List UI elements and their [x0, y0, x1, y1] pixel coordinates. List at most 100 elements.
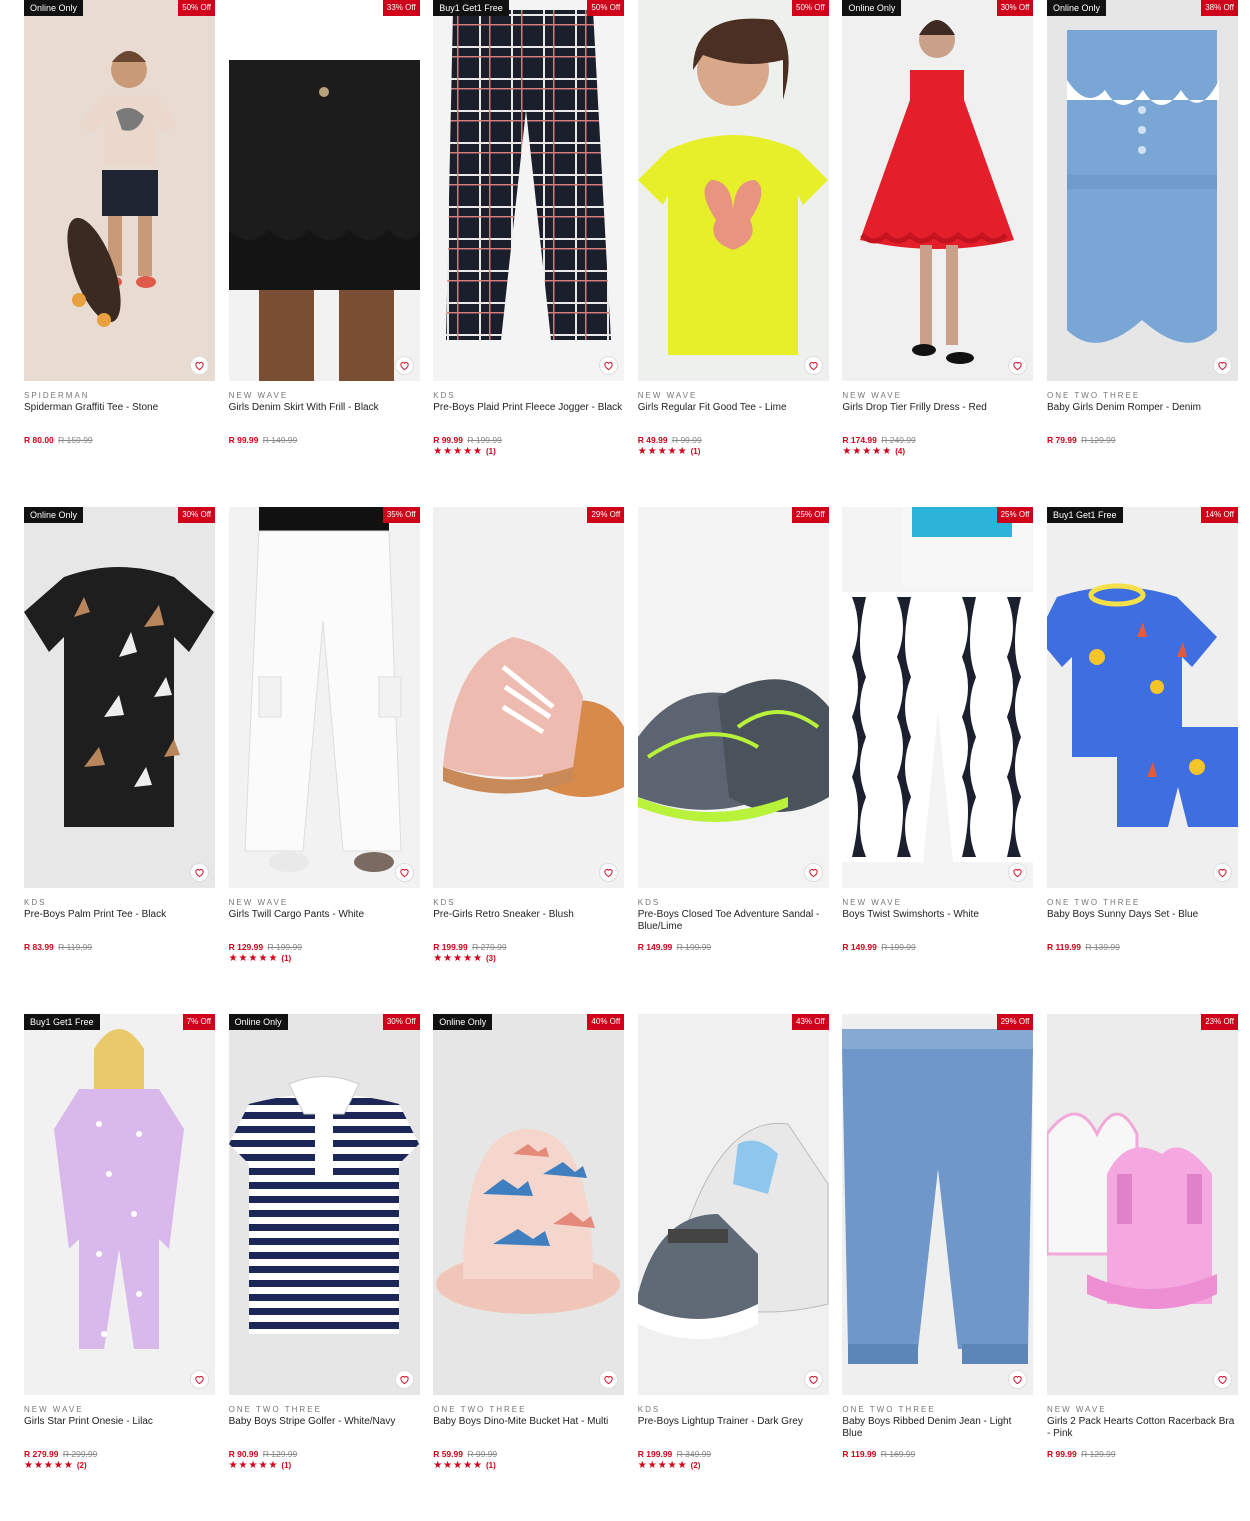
product-card[interactable]: Online Only 38% Off ONE TWO THREE Baby Gi…: [1046, 0, 1238, 507]
current-price: R 174.99: [842, 435, 877, 445]
product-card[interactable]: Online Only 30% Off ONE TWO THREE Baby Bo…: [228, 1014, 420, 1521]
promo-badge: Online Only: [24, 0, 84, 16]
product-image[interactable]: Online Only 30% Off: [228, 1014, 420, 1395]
product-image[interactable]: 35% Off: [228, 507, 420, 888]
product-card[interactable]: 29% Off ONE TWO THREE Baby Boys Ribbed D…: [842, 1014, 1034, 1521]
product-image[interactable]: 29% Off: [842, 1014, 1034, 1395]
product-card[interactable]: Online Only 30% Off NEW WAVE Girls Drop T…: [842, 0, 1034, 507]
product-image[interactable]: 25% Off: [637, 507, 829, 888]
review-count[interactable]: (1): [486, 1461, 496, 1471]
product-info: KDS Pre-Girls Retro Sneaker - Blush R 19…: [433, 888, 624, 964]
wishlist-heart-icon[interactable]: [190, 1370, 209, 1389]
wishlist-heart-icon[interactable]: [1212, 1370, 1232, 1389]
product-card[interactable]: Buy1 Get1 Free 7% Off NEW WAVE Girls Star…: [24, 1014, 215, 1521]
product-name[interactable]: Spiderman Graffiti Tee - Stone: [24, 402, 215, 432]
product-info: ONE TWO THREE Baby Boys Sunny Days Set -…: [1047, 888, 1238, 953]
discount-badge: 40% Off: [587, 1014, 625, 1030]
review-count[interactable]: (2): [691, 1461, 701, 1471]
product-name[interactable]: Girls Denim Skirt With Frill - Black: [229, 402, 420, 432]
product-image[interactable]: Buy1 Get1 Free 7% Off: [24, 1014, 215, 1395]
product-card[interactable]: Buy1 Get1 Free 14% Off ONE TWO THREE Baby…: [1046, 507, 1238, 1014]
product-card[interactable]: 25% Off KDS Pre-Boys Closed Toe Adventur…: [637, 507, 829, 1014]
product-card[interactable]: 25% Off NEW WAVE Boys Twist Swimshorts -…: [842, 507, 1034, 1014]
product-info: NEW WAVE Girls 2 Pack Hearts Cotton Race…: [1047, 1395, 1238, 1460]
product-card[interactable]: 29% Off KDS Pre-Girls Retro Sneaker - Bl…: [433, 507, 625, 1014]
product-name[interactable]: Baby Boys Dino-Mite Bucket Hat - Multi: [433, 1416, 624, 1446]
product-prices: R 199.99 R 279.99: [433, 942, 624, 953]
product-image[interactable]: 33% Off: [228, 0, 420, 381]
product-image[interactable]: Online Only 30% Off: [24, 507, 215, 888]
product-name[interactable]: Pre-Boys Plaid Print Fleece Jogger - Bla…: [433, 402, 624, 432]
product-card[interactable]: Buy1 Get1 Free 50% Off KDS Pre-Boys Plaid…: [433, 0, 625, 507]
product-image[interactable]: 43% Off: [637, 1014, 829, 1395]
discount-badge: 33% Off: [382, 0, 420, 16]
product-info: NEW WAVE Girls Drop Tier Frilly Dress - …: [842, 381, 1033, 457]
product-info: ONE TWO THREE Baby Boys Dino-Mite Bucket…: [433, 1395, 624, 1471]
wishlist-heart-icon[interactable]: [803, 356, 823, 375]
product-name[interactable]: Baby Girls Denim Romper - Denim: [1047, 402, 1238, 432]
review-count[interactable]: (3): [486, 954, 496, 964]
review-count[interactable]: (1): [486, 447, 496, 457]
product-name[interactable]: Girls Twill Cargo Pants - White: [229, 909, 420, 939]
product-image[interactable]: Online Only 30% Off: [842, 0, 1034, 381]
product-image[interactable]: 25% Off: [842, 507, 1034, 888]
current-price: R 99.99: [228, 435, 259, 445]
product-image[interactable]: Online Only 50% Off: [24, 0, 215, 381]
product-card[interactable]: Online Only 30% Off KDS Pre-Boys Palm Pri…: [24, 507, 215, 1014]
current-price: R 129.99: [228, 942, 264, 952]
promo-badge: Buy1 Get1 Free: [433, 0, 509, 16]
discount-badge: 50% Off: [792, 0, 829, 16]
product-name[interactable]: Pre-Boys Palm Print Tee - Black: [24, 909, 215, 939]
product-name[interactable]: Baby Boys Ribbed Denim Jean - Light Blue: [842, 1416, 1033, 1446]
product-photo: [229, 507, 420, 888]
product-name[interactable]: Girls Star Print Onesie - Lilac: [24, 1416, 215, 1446]
wishlist-heart-icon[interactable]: [803, 1370, 823, 1389]
product-name[interactable]: Pre-Boys Closed Toe Adventure Sandal - B…: [638, 909, 829, 939]
wishlist-heart-icon[interactable]: [1212, 356, 1232, 375]
product-card[interactable]: 35% Off NEW WAVE Girls Twill Cargo Pants…: [228, 507, 420, 1014]
review-count[interactable]: (1): [281, 954, 291, 964]
star-rating-icon: ★★★★★: [228, 953, 279, 964]
product-name[interactable]: Girls Drop Tier Frilly Dress - Red: [842, 402, 1033, 432]
wishlist-heart-icon[interactable]: [1212, 863, 1232, 882]
product-photo: [1047, 0, 1238, 381]
product-card[interactable]: 50% Off NEW WAVE Girls Regular Fit Good …: [637, 0, 829, 507]
product-image[interactable]: Buy1 Get1 Free 50% Off: [433, 0, 625, 381]
review-count[interactable]: (2): [77, 1461, 87, 1471]
product-name[interactable]: Pre-Girls Retro Sneaker - Blush: [433, 909, 624, 939]
product-info: NEW WAVE Boys Twist Swimshorts - White R…: [842, 888, 1033, 953]
product-image[interactable]: 50% Off: [637, 0, 829, 381]
product-card[interactable]: 23% Off NEW WAVE Girls 2 Pack Hearts Cot…: [1046, 1014, 1238, 1521]
wishlist-heart-icon[interactable]: [803, 863, 823, 882]
product-card[interactable]: Online Only 50% Off SPIDERMAN Spiderman G…: [24, 0, 215, 507]
star-rating-icon: ★★★★★: [433, 446, 484, 457]
product-photo: [637, 1014, 829, 1395]
product-image[interactable]: Online Only 38% Off: [1046, 0, 1238, 381]
product-name[interactable]: Girls Regular Fit Good Tee - Lime: [638, 402, 829, 432]
product-card[interactable]: 33% Off NEW WAVE Girls Denim Skirt With …: [228, 0, 420, 507]
review-count[interactable]: (1): [691, 447, 701, 457]
product-image[interactable]: 29% Off: [433, 507, 625, 888]
review-count[interactable]: (4): [895, 447, 905, 457]
wishlist-heart-icon[interactable]: [190, 863, 209, 882]
product-image[interactable]: 23% Off: [1046, 1014, 1238, 1395]
product-prices: R 129.99 R 199.99: [229, 942, 420, 953]
product-card[interactable]: Online Only 40% Off ONE TWO THREE Baby Bo…: [433, 1014, 625, 1521]
star-rating-icon: ★★★★★: [433, 1460, 484, 1471]
product-name[interactable]: Girls 2 Pack Hearts Cotton Racerback Bra…: [1047, 1416, 1238, 1446]
product-name[interactable]: Boys Twist Swimshorts - White: [842, 909, 1033, 939]
product-image[interactable]: Online Only 40% Off: [433, 1014, 625, 1395]
product-card[interactable]: 43% Off KDS Pre-Boys Lightup Trainer - D…: [637, 1014, 829, 1521]
product-name[interactable]: Baby Boys Sunny Days Set - Blue: [1047, 909, 1238, 939]
discount-badge: 30% Off: [382, 1014, 420, 1030]
product-name[interactable]: Baby Boys Stripe Golfer - White/Navy: [229, 1416, 420, 1446]
wishlist-heart-icon[interactable]: [190, 356, 209, 375]
product-image[interactable]: Buy1 Get1 Free 14% Off: [1046, 507, 1238, 888]
wishlist-heart-icon[interactable]: [394, 863, 414, 882]
product-name[interactable]: Pre-Boys Lightup Trainer - Dark Grey: [638, 1416, 829, 1446]
review-count[interactable]: (1): [281, 1461, 291, 1471]
product-rating: ★★★★★ (2): [638, 1461, 829, 1471]
product-photo: [1046, 1014, 1238, 1395]
wishlist-heart-icon[interactable]: [394, 1370, 414, 1389]
wishlist-heart-icon[interactable]: [394, 356, 414, 375]
